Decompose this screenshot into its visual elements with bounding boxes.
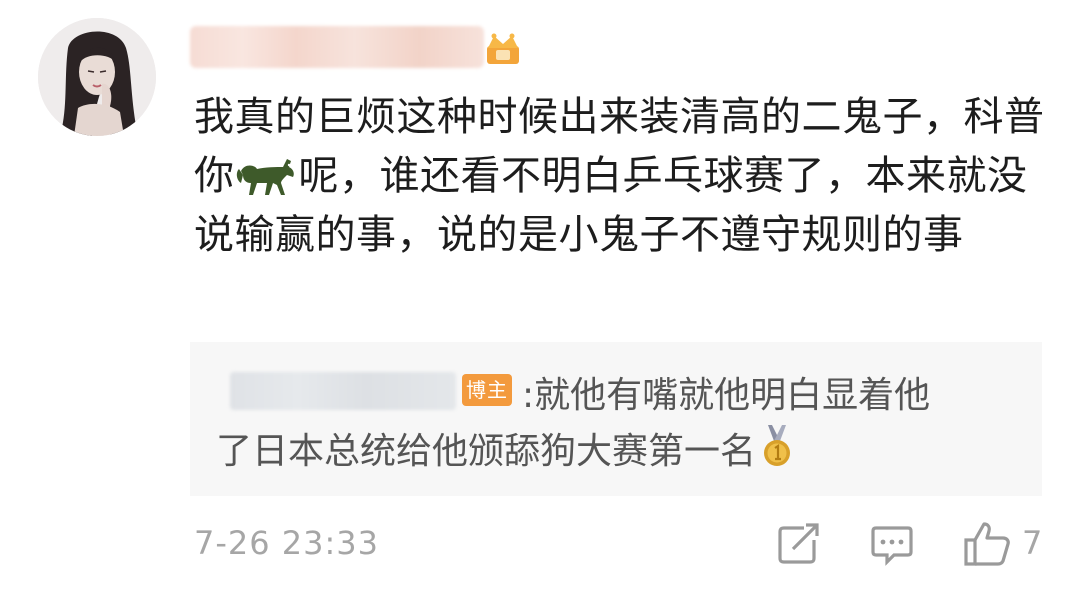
gold-medal-icon [760,425,794,469]
like-button[interactable] [962,518,1012,570]
blogger-reply[interactable]: 博主 :就他有嘴就他明白显着他 了日本总统给他颁舔狗大赛第一名 [190,342,1042,496]
avatar-portrait-image [38,18,156,136]
horse-icon [235,153,299,197]
comment-text-part2: 呢，谁还看不明白乒乓球赛了，本来就没说输赢的事，说的是小鬼子不遵守规则的事 [194,153,1028,258]
username-blurred[interactable] [190,26,484,68]
comment-icon [871,526,913,566]
comment-body: 我真的巨烦这种时候出来装清高的二鬼子，科普你 呢，谁还看不明白乒乓球赛了，本来就… [194,88,1054,265]
crown-icon [484,32,522,66]
reply-line-2-wrap: 了日本总统给他颁舔狗大赛第一名 [190,424,990,480]
like-count: 7 [1022,524,1043,562]
comment-timestamp: 7-26 23:33 [194,524,380,562]
reply-line-1: :就他有嘴就他明白显着他 [522,375,931,416]
reply-button[interactable] [870,518,914,570]
share-icon [778,523,819,564]
share-button[interactable] [776,518,820,570]
reply-line-2: 了日本总统给他颁舔狗大赛第一名 [216,431,757,472]
comment-card: 我真的巨烦这种时候出来装清高的二鬼子，科普你 呢，谁还看不明白乒乓球赛了，本来就… [0,0,1080,592]
thumbs-up-icon [964,522,1010,566]
avatar[interactable] [38,18,156,136]
reply-text: :就他有嘴就他明白显着他 了日本总统给他颁舔狗大赛第一名 [190,368,990,480]
